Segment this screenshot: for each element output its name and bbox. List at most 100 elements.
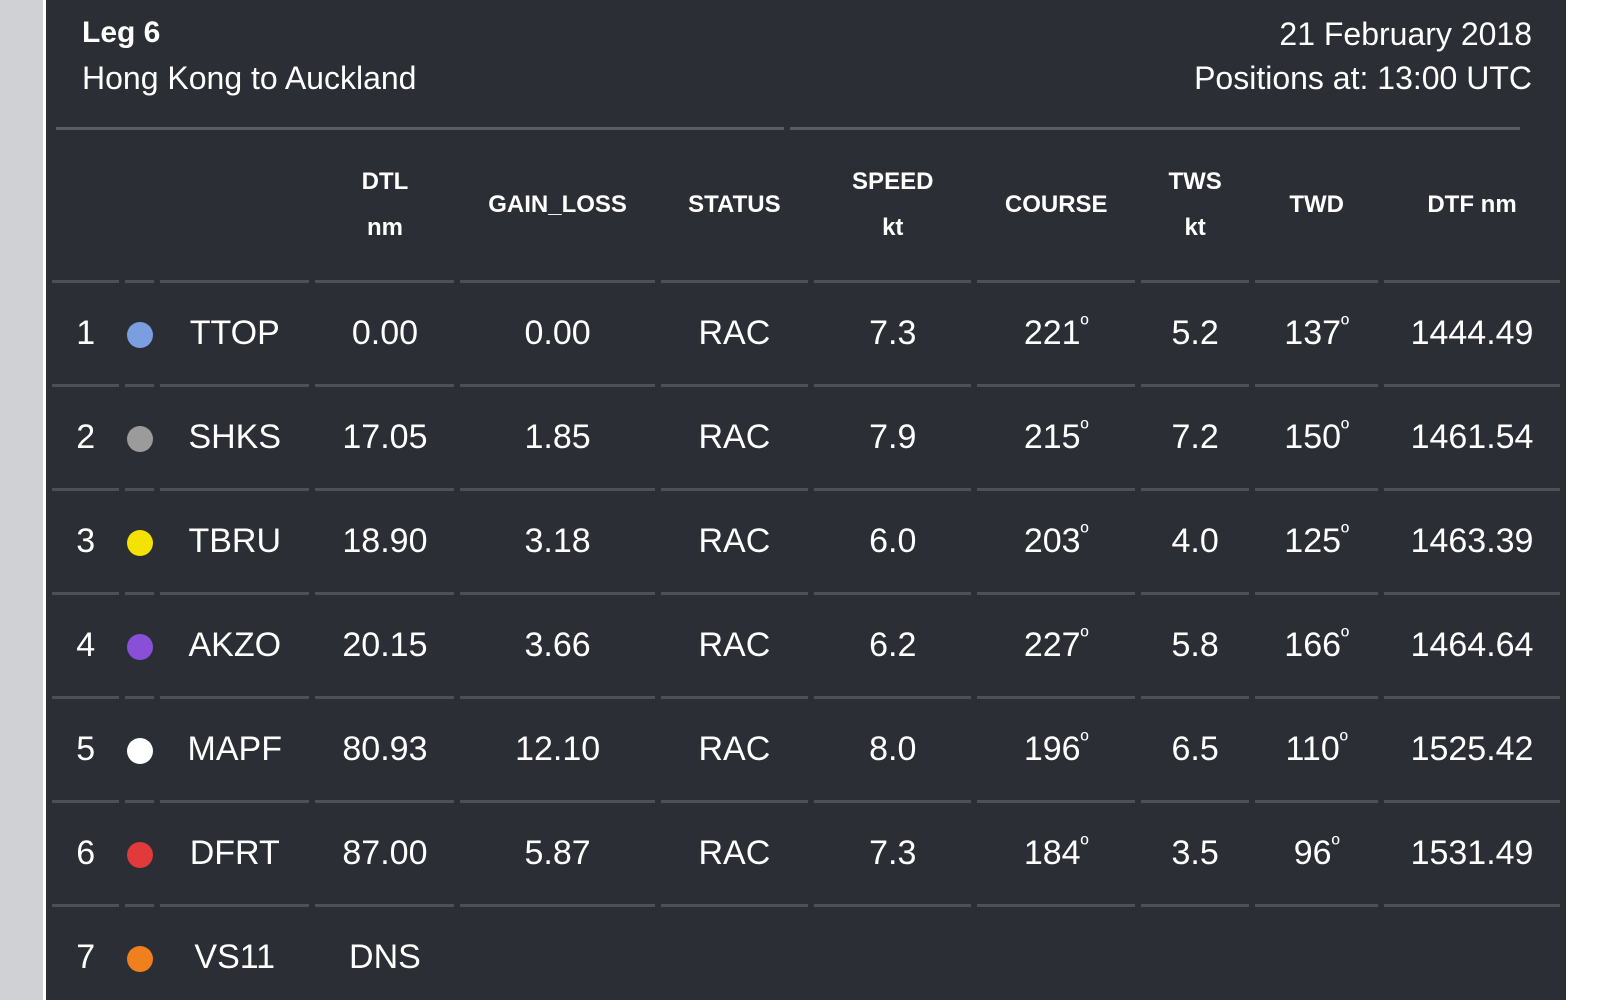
cell-value: 8.0	[869, 730, 917, 768]
standings-row: 6 DFRT 87.00 5.87 RAC 7.3 184º 3.5 96º 1531.49	[52, 803, 1560, 907]
cell-value: RAC	[698, 418, 771, 456]
team-color-cell	[125, 907, 154, 1008]
cell-team: TBRU	[160, 491, 310, 595]
cell-rank: 1	[52, 283, 120, 387]
cell-speed: 7.3	[814, 803, 972, 907]
cell-value: 2	[76, 418, 96, 456]
cell-twd: 150º	[1255, 387, 1379, 491]
cell-value: TTOP	[189, 314, 280, 352]
cell-value: RAC	[698, 522, 771, 560]
cell-value: 6.5	[1171, 730, 1219, 768]
degree-symbol: º	[1341, 623, 1350, 649]
cell-value: AKZO	[188, 626, 282, 664]
leg-title: Leg 6	[82, 16, 161, 49]
cell-dtl: 0.00	[315, 283, 455, 387]
degree-symbol: º	[1341, 415, 1350, 441]
cell-value: 215	[1023, 418, 1081, 456]
cell-value: 150	[1284, 418, 1342, 456]
cell-course: 227º	[977, 595, 1135, 699]
team-color-dot-icon	[126, 634, 153, 661]
cell-dtf: 1463.39	[1384, 491, 1560, 595]
cell-value: 221	[1023, 314, 1081, 352]
cell-dtf: 1461.54	[1384, 387, 1560, 491]
cell-dtf: 1525.42	[1384, 699, 1560, 803]
cell-value: 196	[1023, 730, 1081, 768]
cell-value: 7.3	[869, 834, 917, 872]
cell-team: AKZO	[160, 595, 310, 699]
column-header-unit: kt	[1184, 214, 1206, 241]
cell-speed: 6.0	[814, 491, 972, 595]
cell-value: DNS	[349, 938, 421, 976]
cell-rank: 5	[52, 699, 120, 803]
cell-value: 18.90	[342, 522, 428, 560]
cell-speed: 6.2	[814, 595, 972, 699]
cell-course: 184º	[977, 803, 1135, 907]
cell-tws: 5.8	[1140, 595, 1250, 699]
cell-course: 221º	[977, 283, 1135, 387]
cell-gain-loss: 5.87	[460, 803, 655, 907]
standings-row: 7 VS11 DNS	[52, 907, 1560, 1008]
team-color-dot-icon	[126, 426, 153, 453]
cell-twd: 125º	[1255, 491, 1379, 595]
team-color-cell	[125, 387, 155, 491]
cell-gain-loss: 1.85	[460, 387, 655, 491]
cell-value: 125	[1284, 522, 1342, 560]
column-header-label: SPEED	[852, 168, 934, 195]
cell-gain-loss	[460, 907, 654, 1008]
column-header-status: STATUS	[660, 130, 808, 283]
cell-gain-loss: 0.00	[460, 283, 655, 387]
cell-dtl: 18.90	[315, 491, 455, 595]
column-header-label: DTF nm	[1427, 191, 1517, 218]
degree-symbol: º	[1080, 831, 1089, 857]
cell-value: 6.0	[869, 522, 917, 560]
team-color-cell	[125, 491, 155, 595]
cell-twd: 166º	[1255, 595, 1379, 699]
cell-value: SHKS	[188, 418, 282, 456]
cell-value: RAC	[698, 834, 771, 872]
team-color-dot-icon	[126, 946, 153, 973]
cell-value: 7.9	[869, 418, 917, 456]
cell-value: 7	[76, 938, 96, 976]
team-color-dot-icon	[126, 738, 153, 765]
cell-value: 1.85	[524, 418, 591, 456]
cell-course: 215º	[977, 387, 1135, 491]
cell-value: 4	[76, 626, 96, 664]
standings-row: 4 AKZO 20.15 3.66 RAC 6.2 227º 5.8 166º 1464.64	[52, 595, 1560, 699]
cell-speed: 7.3	[814, 283, 972, 387]
cell-status: RAC	[660, 387, 808, 491]
cell-status: RAC	[660, 283, 808, 387]
positions-timestamp: Positions at: 13:00 UTC	[1194, 60, 1532, 96]
cell-course: 196º	[977, 699, 1135, 803]
cell-dtl: 80.93	[315, 699, 455, 803]
column-header-course: COURSE	[977, 130, 1135, 283]
cell-value: 203	[1023, 522, 1081, 560]
cell-value: 87.00	[342, 834, 428, 872]
column-header-gain-loss: GAIN_LOSS	[460, 130, 655, 283]
cell-twd	[1255, 907, 1378, 1008]
degree-symbol: º	[1080, 311, 1089, 337]
cell-dtf: 1444.49	[1384, 283, 1560, 387]
cell-team: MAPF	[160, 699, 310, 803]
cell-value: 6.2	[869, 626, 917, 664]
cell-value: 3.18	[524, 522, 591, 560]
column-header-color	[125, 130, 155, 283]
cell-gain-loss: 3.18	[460, 491, 655, 595]
cell-twd: 137º	[1255, 283, 1379, 387]
cell-value: 166	[1284, 626, 1342, 664]
cell-value: 1464.64	[1410, 626, 1534, 664]
cell-tws: 3.5	[1140, 803, 1250, 907]
cell-team: VS11	[160, 907, 309, 1008]
cell-value: MAPF	[187, 730, 282, 768]
cell-value: 1	[76, 314, 96, 352]
cell-value: 227	[1023, 626, 1081, 664]
cell-twd: 96º	[1255, 803, 1379, 907]
cell-dtl: 87.00	[315, 803, 455, 907]
cell-course: 203º	[977, 491, 1135, 595]
degree-symbol: º	[1331, 831, 1340, 857]
team-color-cell	[125, 699, 155, 803]
column-header-label: TWS	[1168, 168, 1222, 195]
cell-gain-loss: 3.66	[460, 595, 655, 699]
cell-rank: 7	[52, 907, 119, 1008]
cell-value: 3	[76, 522, 96, 560]
cell-tws: 4.0	[1140, 491, 1250, 595]
